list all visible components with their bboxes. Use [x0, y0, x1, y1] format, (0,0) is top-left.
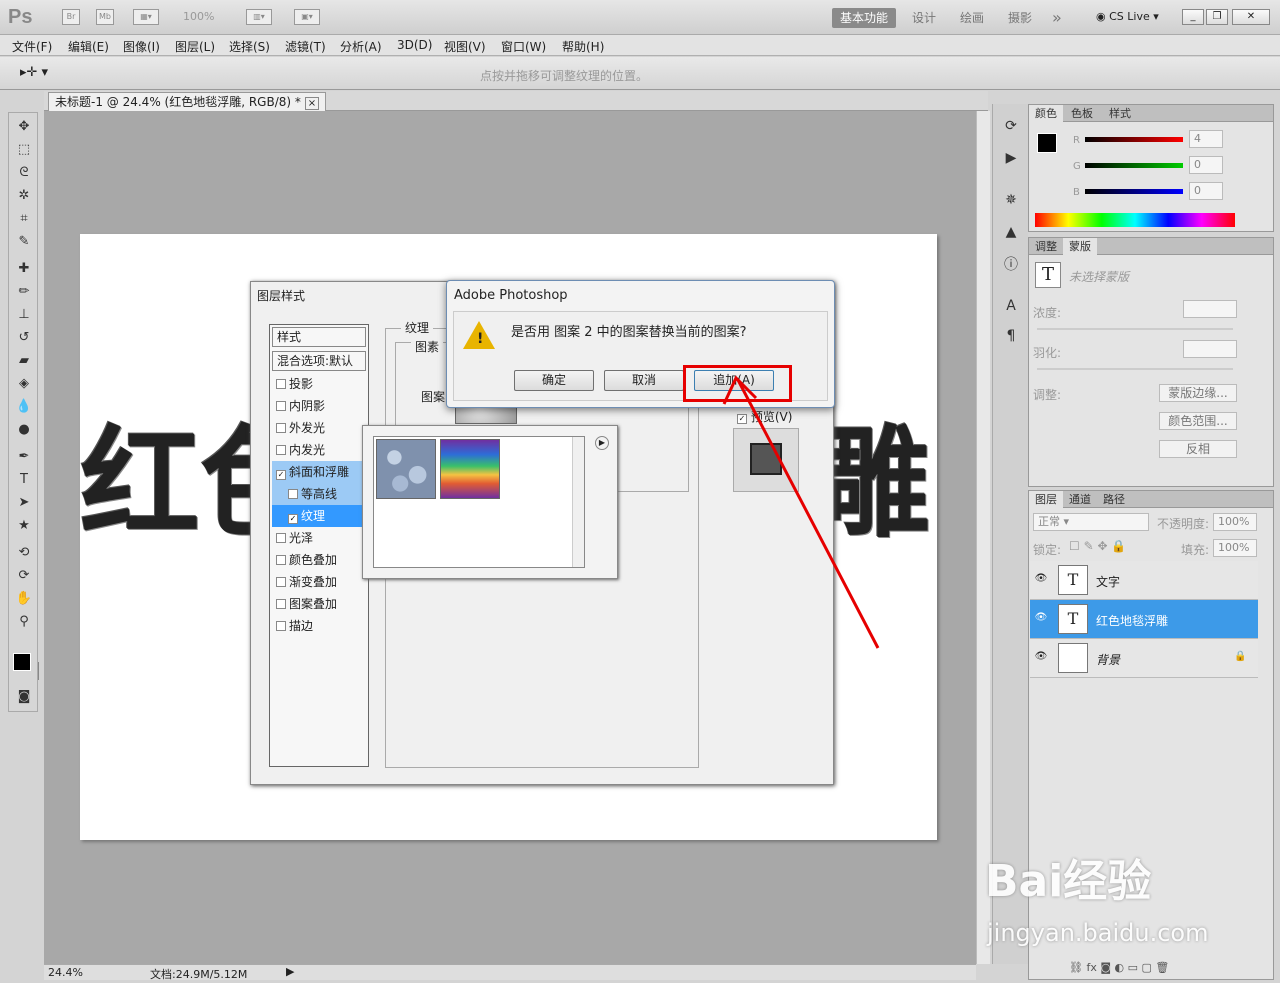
baidu-jingyan-watermark: Bai经验 jingyan.baidu.com: [985, 845, 1225, 955]
annotation-arrow: [722, 375, 880, 649]
watermark-brand: Bai经验: [985, 856, 1152, 907]
watermark-url: jingyan.baidu.com: [987, 919, 1209, 947]
